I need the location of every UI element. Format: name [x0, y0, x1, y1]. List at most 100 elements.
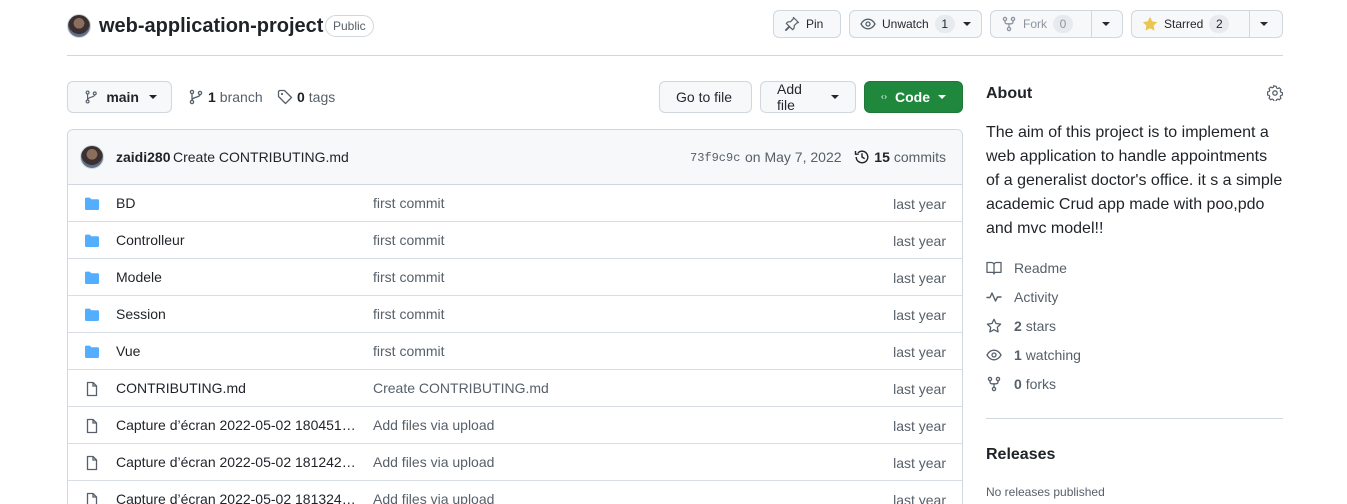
file-name[interactable]: Modele: [116, 269, 356, 285]
code-icon: [881, 95, 887, 99]
commit-message[interactable]: Create CONTRIBUTING.md: [173, 149, 349, 165]
stars-text: 2 stars: [1014, 318, 1056, 334]
add-file-label: Add file: [777, 81, 802, 113]
activity-link[interactable]: Activity: [986, 287, 1058, 307]
add-file-button[interactable]: Add file: [760, 81, 856, 113]
commits-link[interactable]: 15 commits: [854, 149, 946, 165]
fork-counter: 0: [1053, 15, 1073, 33]
author-avatar[interactable]: [80, 145, 104, 169]
branch-count: 1: [208, 89, 216, 105]
fork-button[interactable]: Fork 0: [990, 10, 1123, 38]
watching-link[interactable]: 1 watching: [986, 345, 1081, 365]
latest-commit-bar: zaidi280 Create CONTRIBUTING.md 73f9c9c …: [68, 130, 962, 185]
owner-avatar[interactable]: [67, 14, 91, 38]
forks-word: forks: [1025, 376, 1057, 392]
pin-button[interactable]: Pin: [773, 10, 841, 38]
file-commit-message[interactable]: first commit: [373, 195, 445, 211]
readme-link[interactable]: Readme: [986, 258, 1067, 278]
sidebar-divider: [986, 418, 1283, 419]
file-commit-message[interactable]: Add files via upload: [373, 454, 494, 470]
code-button[interactable]: Code: [864, 81, 963, 113]
file-commit-message[interactable]: Create CONTRIBUTING.md: [373, 380, 549, 396]
star-dropdown[interactable]: [1249, 11, 1278, 37]
table-row[interactable]: Capture d’écran 2022-05-02 181242.... Ad…: [68, 444, 962, 481]
commit-sha[interactable]: 73f9c9c: [690, 151, 740, 165]
file-name[interactable]: Capture d’écran 2022-05-02 181242....: [116, 454, 356, 470]
tag-icon: [277, 89, 293, 105]
table-row[interactable]: Modele first commit last year: [68, 259, 962, 296]
table-row[interactable]: Capture d’écran 2022-05-02 180451.... Ad…: [68, 407, 962, 444]
commit-count: 15: [874, 149, 890, 165]
commit-date: on May 7, 2022: [745, 149, 842, 165]
table-row[interactable]: Session first commit last year: [68, 296, 962, 333]
branch-word: branch: [219, 89, 263, 105]
folder-icon: [85, 308, 99, 321]
file-commit-message[interactable]: first commit: [373, 232, 445, 248]
history-icon: [855, 150, 869, 164]
file-browser: zaidi280 Create CONTRIBUTING.md 73f9c9c …: [67, 129, 963, 504]
chevron-down-icon: [149, 95, 157, 99]
chevron-down-icon: [831, 95, 839, 99]
fork-icon: [1002, 16, 1016, 32]
releases-title[interactable]: Releases: [986, 446, 1055, 464]
file-commit-message[interactable]: Add files via upload: [373, 491, 494, 504]
branches-link[interactable]: 1 branch: [188, 81, 263, 113]
unwatch-button[interactable]: Unwatch 1: [849, 10, 982, 38]
file-icon: [86, 455, 98, 471]
file-commit-message[interactable]: first commit: [373, 269, 445, 285]
starred-label: Starred: [1164, 17, 1204, 31]
readme-label: Readme: [1014, 260, 1067, 276]
table-row[interactable]: Capture d’écran 2022-05-02 181324.... Ad…: [68, 481, 962, 504]
file-commit-message[interactable]: first commit: [373, 343, 445, 359]
branch-icon: [189, 89, 203, 105]
stars-counter: 2: [1209, 15, 1230, 33]
file-age: last year: [893, 492, 946, 504]
file-icon: [86, 418, 98, 434]
repo-name[interactable]: web-application-project: [99, 14, 323, 38]
code-label: Code: [895, 89, 930, 105]
table-row[interactable]: Vue first commit last year: [68, 333, 962, 370]
file-commit-message[interactable]: Add files via upload: [373, 417, 494, 433]
file-name[interactable]: Session: [116, 306, 356, 322]
file-name[interactable]: BD: [116, 195, 356, 211]
table-row[interactable]: Controlleur first commit last year: [68, 222, 962, 259]
pin-label: Pin: [806, 17, 824, 31]
file-age: last year: [893, 344, 946, 360]
chevron-down-icon: [938, 95, 946, 99]
commit-author[interactable]: zaidi280: [116, 149, 170, 165]
table-row[interactable]: CONTRIBUTING.md Create CONTRIBUTING.md l…: [68, 370, 962, 407]
file-commit-message[interactable]: first commit: [373, 306, 445, 322]
repo-header: web-application-project Public Pin Unwat…: [67, 10, 1283, 56]
file-age: last year: [893, 455, 946, 471]
book-icon: [986, 261, 1002, 275]
stars-link[interactable]: 2 stars: [986, 316, 1056, 336]
forks-link[interactable]: 0 forks: [986, 374, 1056, 394]
unwatch-label: Unwatch: [882, 17, 929, 31]
go-to-file-button[interactable]: Go to file: [659, 81, 752, 113]
gear-icon[interactable]: [1267, 85, 1283, 101]
file-icon: [86, 492, 98, 504]
fork-label: Fork: [1023, 17, 1047, 31]
about-description: The aim of this project is to implement …: [986, 124, 1283, 237]
watching-count: 1: [1014, 347, 1022, 363]
stars-count: 2: [1014, 318, 1022, 334]
folder-icon: [85, 271, 99, 284]
chevron-down-icon: [1260, 22, 1268, 26]
file-name[interactable]: Capture d’écran 2022-05-02 181324....: [116, 491, 356, 504]
file-age: last year: [893, 381, 946, 397]
fork-dropdown[interactable]: [1091, 11, 1120, 37]
folder-icon: [85, 197, 99, 210]
starred-button[interactable]: Starred 2: [1131, 10, 1283, 38]
file-name[interactable]: CONTRIBUTING.md: [116, 380, 356, 396]
file-name[interactable]: Vue: [116, 343, 356, 359]
table-row[interactable]: BD first commit last year: [68, 185, 962, 222]
commit-word: commits: [893, 149, 946, 165]
visibility-badge: Public: [325, 15, 374, 37]
forks-count: 0: [1014, 376, 1022, 392]
file-name[interactable]: Capture d’écran 2022-05-02 180451....: [116, 417, 356, 433]
branch-selector[interactable]: main: [67, 81, 172, 113]
file-age: last year: [893, 233, 946, 249]
watching-word: watching: [1025, 347, 1081, 363]
file-name[interactable]: Controlleur: [116, 232, 356, 248]
tags-link[interactable]: 0 tags: [277, 81, 335, 113]
